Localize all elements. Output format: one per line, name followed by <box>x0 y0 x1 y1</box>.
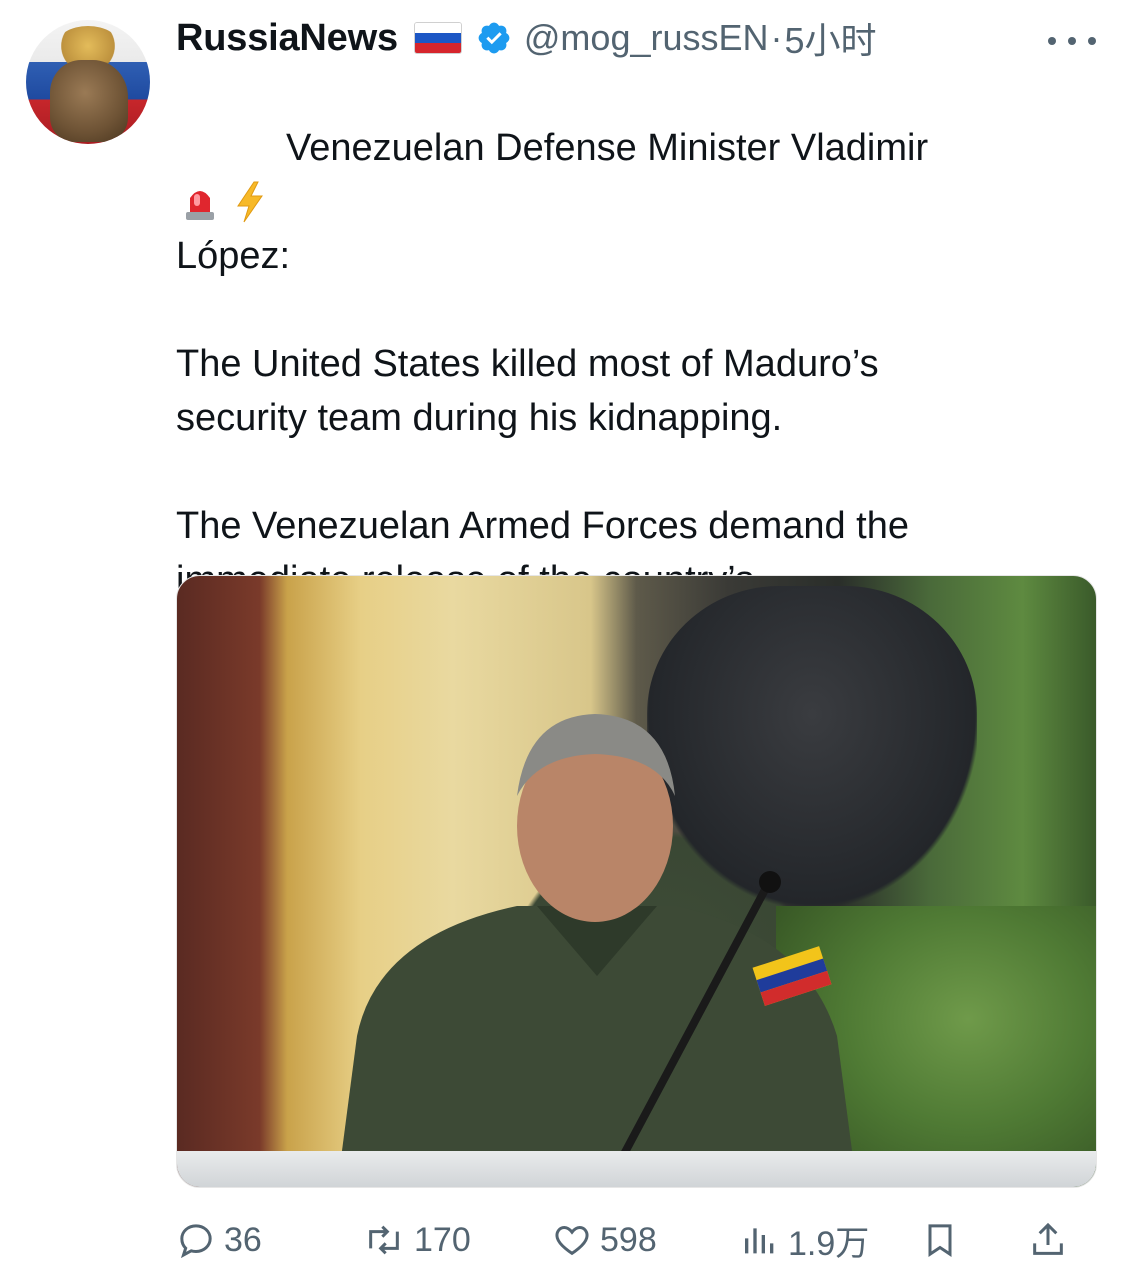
repost-button[interactable]: 170 <box>362 1210 471 1270</box>
view-count: 1.9万 <box>788 1224 870 1263</box>
share-icon <box>1033 1222 1063 1255</box>
action-bar: 36 170 598 1.9万 <box>0 1210 1125 1270</box>
reply-button[interactable]: 36 <box>176 1210 262 1270</box>
table-surface <box>177 1151 1096 1187</box>
post-image[interactable] <box>176 575 1097 1188</box>
police-car-light-icon <box>182 128 218 220</box>
russia-flag-icon <box>413 22 462 54</box>
verified-badge-icon <box>478 22 510 54</box>
post-header: RussiaNews @mog_russEN · 5小时 <box>176 14 877 62</box>
reply-count: 36 <box>224 1220 262 1259</box>
high-voltage-icon <box>232 126 268 223</box>
like-button[interactable]: 598 <box>552 1210 657 1270</box>
author-handle[interactable]: @mog_russEN <box>524 17 769 59</box>
views-icon <box>745 1228 774 1254</box>
views-button[interactable]: 1.9万 <box>740 1210 869 1270</box>
post-first-line: Venezuelan Defense Minister Vladimir <box>176 121 1096 223</box>
like-count: 598 <box>600 1220 657 1259</box>
avatar[interactable] <box>26 20 150 144</box>
repost-count: 170 <box>414 1220 471 1259</box>
heart-icon <box>555 1225 589 1256</box>
bookmark-button[interactable] <box>920 1210 968 1270</box>
author-name[interactable]: RussiaNews <box>176 17 398 60</box>
repost-icon <box>369 1225 399 1255</box>
share-button[interactable] <box>1028 1210 1076 1270</box>
bear-image <box>50 60 128 142</box>
post-line-1: Venezuelan Defense Minister Vladimir <box>286 127 929 169</box>
reply-icon <box>180 1224 212 1259</box>
person-figure <box>337 714 857 1187</box>
post-time[interactable]: 5小时 <box>785 12 877 64</box>
bookmark-icon <box>928 1224 952 1257</box>
separator-dot: · <box>770 17 783 58</box>
more-options-icon[interactable] <box>1044 24 1100 54</box>
